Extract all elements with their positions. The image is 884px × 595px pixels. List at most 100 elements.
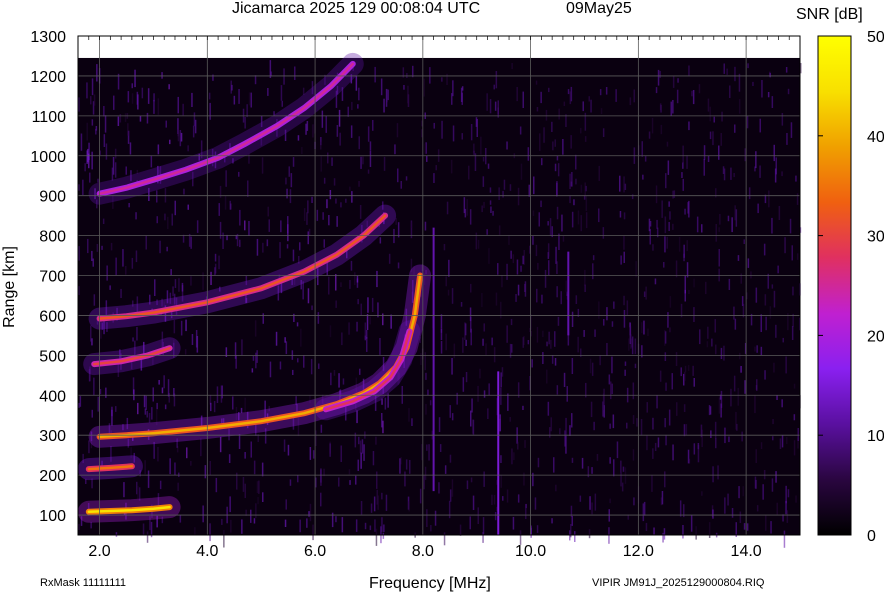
noise-speck	[225, 170, 227, 187]
noise-speck	[426, 155, 428, 162]
noise-speck	[369, 151, 372, 167]
noise-speck	[320, 492, 322, 507]
noise-speck	[786, 133, 788, 145]
noise-speck	[146, 411, 148, 418]
noise-speck	[754, 346, 756, 352]
noise-speck	[229, 200, 231, 210]
noise-speck	[219, 436, 222, 453]
noise-speck	[569, 196, 571, 204]
noise-speck	[629, 322, 631, 328]
noise-speck	[737, 387, 739, 406]
noise-speck	[184, 349, 187, 355]
noise-speck	[775, 471, 777, 483]
noise-speck	[580, 127, 582, 134]
noise-speck	[311, 196, 313, 203]
noise-speck	[91, 478, 93, 489]
noise-speck	[153, 441, 155, 459]
y-tick-label: 500	[39, 348, 66, 365]
noise-speck	[500, 301, 502, 319]
noise-speck	[557, 316, 560, 326]
noise-speck	[728, 278, 731, 290]
noise-speck	[95, 128, 97, 135]
noise-speck	[786, 510, 789, 523]
noise-speck	[312, 124, 314, 138]
noise-speck	[424, 466, 427, 480]
noise-speck	[129, 142, 132, 155]
noise-speck	[667, 160, 670, 175]
noise-speck	[214, 253, 217, 262]
noise-speck	[196, 220, 199, 233]
noise-speck	[548, 260, 550, 275]
noise-speck	[366, 337, 368, 352]
noise-speck	[653, 527, 655, 535]
noise-speck	[659, 70, 661, 78]
noise-speck	[194, 527, 196, 536]
noise-speck	[723, 168, 726, 181]
noise-speck	[688, 458, 691, 464]
noise-speck	[388, 253, 391, 264]
noise-speck	[738, 73, 741, 92]
noise-speck	[256, 350, 258, 363]
noise-speck	[684, 289, 686, 302]
noise-speck	[554, 358, 557, 366]
noise-speck	[571, 358, 574, 374]
noise-speck	[535, 244, 538, 257]
noise-speck	[747, 258, 750, 268]
noise-speck	[791, 326, 794, 340]
noise-speck	[356, 321, 358, 332]
noise-speck	[720, 347, 723, 359]
noise-speck	[308, 511, 310, 517]
noise-speck	[734, 124, 736, 133]
noise-speck	[712, 466, 714, 483]
noise-speck	[501, 367, 504, 377]
noise-speck	[655, 185, 658, 204]
noise-speck	[715, 438, 717, 449]
noise-speck	[215, 477, 218, 493]
noise-speck	[632, 382, 635, 400]
noise-speck	[244, 397, 246, 413]
noise-speck	[341, 517, 344, 533]
noise-speck	[733, 173, 735, 178]
noise-speck	[583, 330, 585, 337]
noise-speck	[690, 515, 693, 532]
noise-speck	[350, 260, 353, 271]
noise-speck	[161, 387, 164, 394]
noise-speck	[502, 496, 504, 501]
noise-speck	[158, 380, 160, 385]
noise-speck	[782, 337, 784, 343]
noise-speck	[218, 203, 220, 216]
noise-speck	[510, 250, 512, 259]
noise-speck	[691, 90, 693, 97]
noise-speck	[556, 286, 558, 298]
noise-speck	[608, 374, 611, 385]
noise-speck	[565, 435, 567, 454]
noise-speck	[623, 212, 626, 220]
noise-speck	[713, 116, 715, 123]
noise-speck	[711, 338, 713, 347]
noise-speck	[290, 173, 293, 188]
noise-speck	[177, 96, 179, 114]
noise-speck	[629, 97, 632, 106]
noise-speck	[433, 122, 435, 129]
noise-speck	[581, 457, 584, 469]
noise-speck	[292, 369, 294, 375]
noise-speck	[712, 509, 714, 519]
noise-speck	[707, 98, 710, 112]
noise-speck	[563, 372, 566, 387]
noise-speck	[375, 528, 378, 546]
noise-speck	[359, 440, 362, 454]
noise-speck	[742, 486, 744, 497]
noise-speck	[135, 212, 137, 220]
noise-speck	[93, 294, 96, 306]
noise-speck	[483, 390, 486, 398]
noise-speck	[136, 327, 138, 341]
noise-speck	[136, 91, 139, 105]
noise-speck	[594, 329, 596, 337]
noise-speck	[738, 99, 741, 114]
noise-speck	[169, 139, 171, 145]
noise-speck	[320, 141, 322, 150]
noise-speck	[707, 155, 710, 162]
noise-speck	[707, 326, 709, 339]
noise-speck	[279, 242, 281, 259]
noise-speck	[727, 215, 730, 222]
